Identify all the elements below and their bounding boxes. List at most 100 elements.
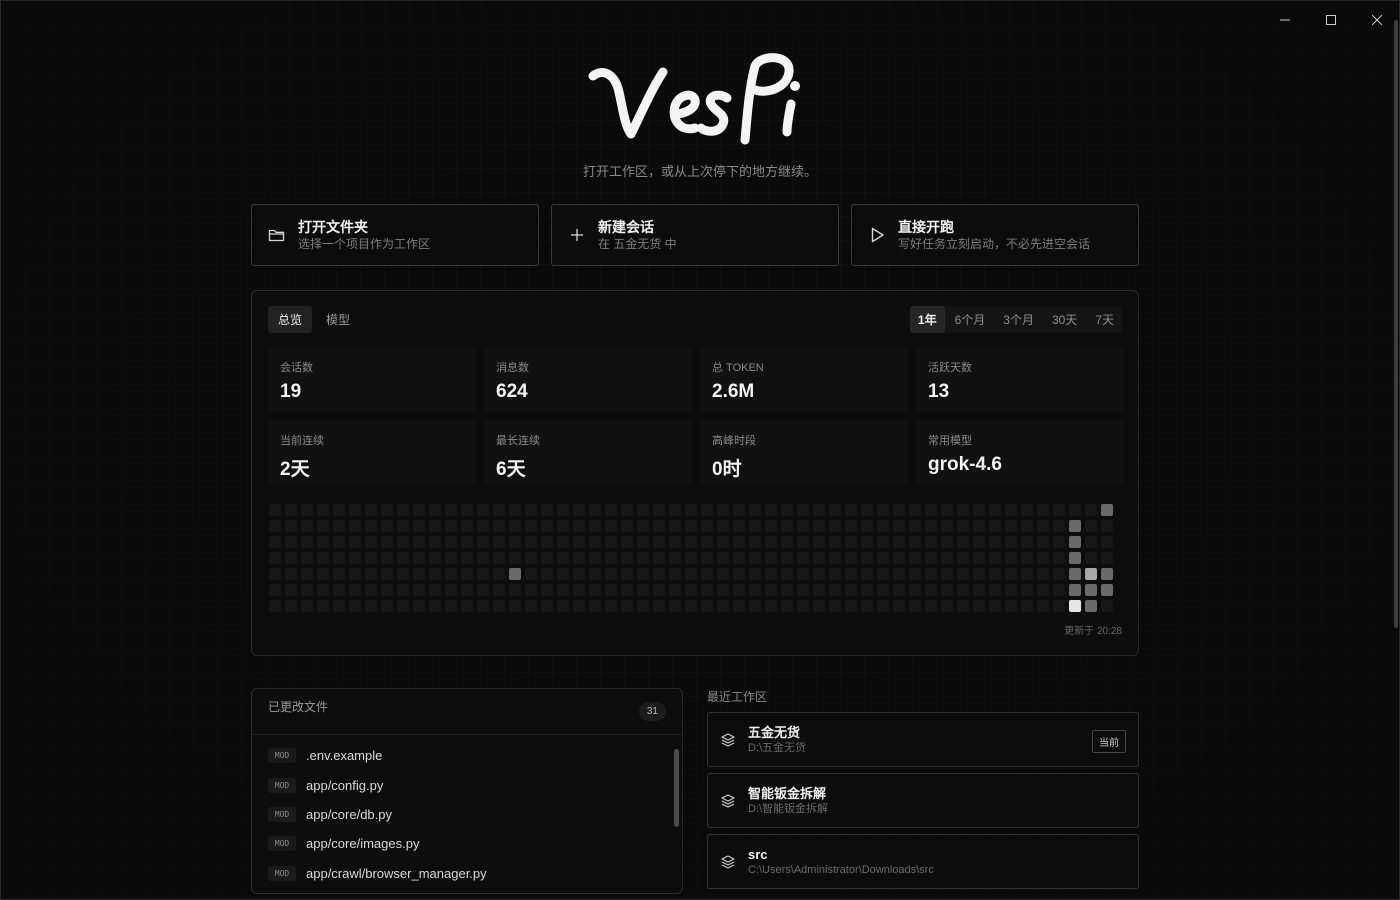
heatmap-cell bbox=[925, 552, 937, 564]
heatmap-cell bbox=[1005, 536, 1017, 548]
heatmap-cell bbox=[797, 536, 809, 548]
open-folder-card[interactable]: 打开文件夹 选择一个项目作为工作区 bbox=[251, 204, 539, 266]
heatmap-cell bbox=[301, 584, 313, 596]
heatmap-cell bbox=[717, 600, 729, 612]
heatmap-cell bbox=[621, 504, 633, 516]
heatmap-cell bbox=[557, 552, 569, 564]
heatmap-cell bbox=[637, 600, 649, 612]
quick-run-card[interactable]: 直接开跑 写好任务立刻启动，不必先进空会话 bbox=[851, 204, 1139, 266]
heatmap-cell bbox=[333, 552, 345, 564]
workspace-item[interactable]: 五金无货 D:\五金无货 当前 bbox=[707, 712, 1139, 767]
file-row[interactable]: MOD app/core/images.py bbox=[268, 829, 666, 858]
stat-value: 19 bbox=[280, 381, 302, 402]
heatmap-cell bbox=[941, 536, 953, 548]
heatmap-cell bbox=[397, 504, 409, 516]
heatmap-cell bbox=[1069, 568, 1081, 580]
heatmap-cell bbox=[973, 568, 985, 580]
heatmap-cell bbox=[877, 584, 889, 596]
heatmap-cell bbox=[445, 600, 457, 612]
layers-icon bbox=[720, 732, 736, 748]
maximize-icon bbox=[1326, 15, 1336, 25]
updated-time: 更新于 20:28 bbox=[1064, 626, 1122, 637]
file-status-badge: MOD bbox=[268, 836, 296, 852]
range-3m[interactable]: 3个月 bbox=[995, 306, 1042, 333]
heatmap-cell bbox=[493, 568, 505, 580]
workspace-name: src bbox=[748, 846, 768, 862]
heatmap-cell bbox=[557, 520, 569, 532]
heatmap-cell bbox=[557, 600, 569, 612]
heatmap-cell bbox=[893, 552, 905, 564]
heatmap-cell bbox=[845, 600, 857, 612]
heatmap-cell bbox=[461, 504, 473, 516]
minimize-button[interactable] bbox=[1262, 0, 1308, 40]
heatmap-cell bbox=[973, 536, 985, 548]
heatmap-cell bbox=[717, 584, 729, 596]
workspace-item[interactable]: 智能钣金拆解 D:\智能钣金拆解 bbox=[707, 773, 1139, 828]
heatmap-cell bbox=[525, 584, 537, 596]
range-7d[interactable]: 7天 bbox=[1087, 306, 1122, 333]
layers-icon bbox=[720, 793, 736, 809]
file-name: app/core/db.py bbox=[306, 806, 393, 822]
heatmap-cell bbox=[765, 536, 777, 548]
heatmap-cell bbox=[605, 584, 617, 596]
heatmap-cell bbox=[877, 536, 889, 548]
tab-models[interactable]: 模型 bbox=[316, 306, 360, 333]
heatmap-cell bbox=[1005, 552, 1017, 564]
heatmap-cell bbox=[733, 536, 745, 548]
files-title: 已更改文件 bbox=[268, 700, 329, 714]
tab-overview[interactable]: 总览 bbox=[268, 306, 313, 333]
heatmap-cell bbox=[653, 536, 665, 548]
heatmap-cell bbox=[397, 584, 409, 596]
heatmap-cell bbox=[813, 504, 825, 516]
stat-active-days: 活跃天数 13 bbox=[916, 347, 1124, 412]
heatmap-cell bbox=[525, 520, 537, 532]
stat-longest-streak: 最长连续 6天 bbox=[484, 420, 692, 485]
page-scrollbar[interactable] bbox=[1392, 0, 1398, 900]
file-row[interactable]: MOD app/config.py bbox=[268, 770, 666, 799]
heatmap-cell bbox=[541, 504, 553, 516]
files-scrollbar[interactable] bbox=[674, 745, 679, 883]
heatmap-cell bbox=[861, 536, 873, 548]
heatmap-cell bbox=[461, 600, 473, 612]
heatmap-cell bbox=[1005, 568, 1017, 580]
heatmap-cell bbox=[1101, 520, 1113, 532]
range-30d[interactable]: 30天 bbox=[1044, 306, 1085, 333]
heatmap-cell bbox=[541, 600, 553, 612]
heatmap-cell bbox=[733, 600, 745, 612]
stat-label: 最长连续 bbox=[496, 435, 540, 447]
new-session-card[interactable]: 新建会话 在 五金无货 中 bbox=[551, 204, 839, 266]
heatmap-cell bbox=[317, 600, 329, 612]
file-row[interactable]: MOD app/core/db.py bbox=[268, 800, 666, 829]
heatmap-cell bbox=[573, 584, 585, 596]
heatmap-cell bbox=[957, 536, 969, 548]
heatmap-cell bbox=[829, 568, 841, 580]
heatmap-cell bbox=[765, 520, 777, 532]
heatmap-cell bbox=[589, 600, 601, 612]
heatmap-cell bbox=[781, 520, 793, 532]
heatmap-cell bbox=[653, 552, 665, 564]
heatmap-cell bbox=[525, 552, 537, 564]
heatmap-cell bbox=[269, 520, 281, 532]
heatmap-cell bbox=[429, 520, 441, 532]
range-6m[interactable]: 6个月 bbox=[947, 306, 994, 333]
file-row[interactable]: MOD .env.example bbox=[268, 741, 666, 770]
maximize-button[interactable] bbox=[1308, 0, 1354, 40]
heatmap-cell bbox=[797, 552, 809, 564]
heatmap-cell bbox=[317, 504, 329, 516]
workspace-item[interactable]: src C:\Users\Administrator\Downloads\src bbox=[707, 834, 1139, 889]
heatmap-cell bbox=[989, 584, 1001, 596]
heatmap-cell bbox=[573, 600, 585, 612]
close-button[interactable] bbox=[1354, 0, 1400, 40]
stat-label: 总 TOKEN bbox=[712, 362, 764, 374]
heatmap-cell bbox=[893, 520, 905, 532]
heatmap-cell bbox=[909, 552, 921, 564]
heatmap-cell bbox=[621, 520, 633, 532]
heatmap-cell bbox=[1037, 552, 1049, 564]
stat-current-streak: 当前连续 2天 bbox=[268, 420, 476, 485]
heatmap-cell bbox=[269, 504, 281, 516]
heatmap-cell bbox=[829, 504, 841, 516]
file-name: app/config.py bbox=[306, 777, 384, 793]
file-row[interactable]: MOD app/crawl/browser_manager.py bbox=[268, 859, 666, 888]
heatmap-cell bbox=[813, 520, 825, 532]
range-1y[interactable]: 1年 bbox=[909, 306, 945, 333]
